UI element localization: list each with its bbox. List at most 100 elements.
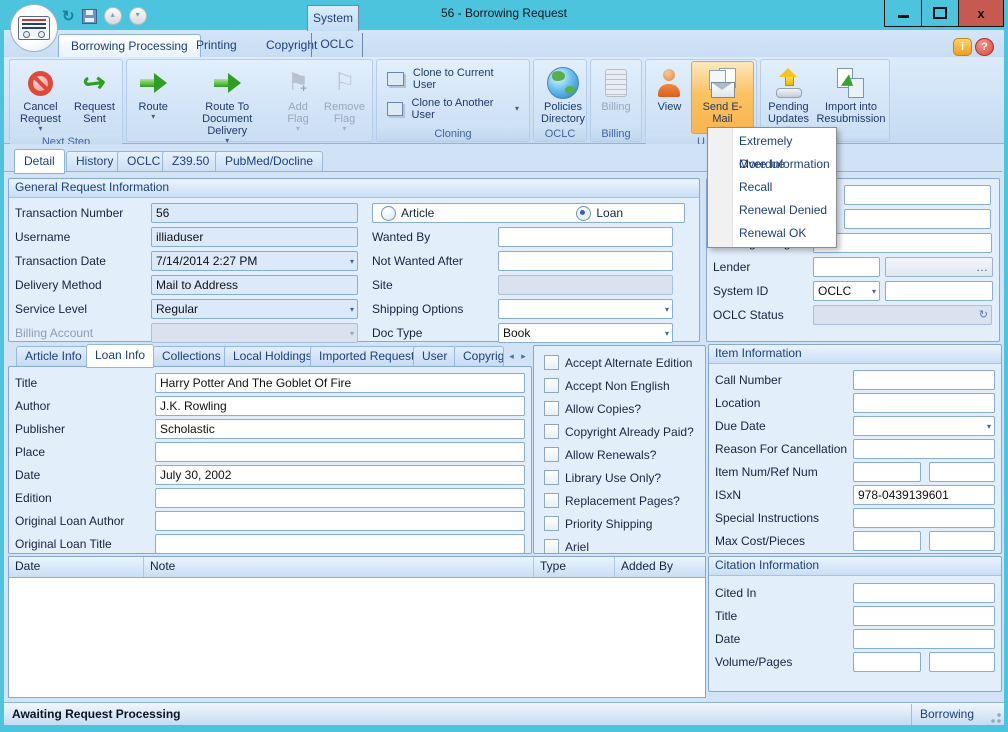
cited-date-field[interactable]: [853, 629, 995, 649]
subtab-local-holdings[interactable]: Local Holdings: [224, 346, 321, 367]
item-num-field[interactable]: [853, 462, 921, 482]
ref-num-field[interactable]: [929, 462, 995, 482]
system-id-combo[interactable]: OCLC▾: [813, 281, 880, 301]
lender-browse-button[interactable]: …: [885, 257, 993, 277]
minimize-button[interactable]: [884, 0, 922, 27]
service-level-field[interactable]: Regular▾: [151, 299, 358, 319]
pieces-field[interactable]: [929, 531, 995, 551]
cited-title-field[interactable]: [853, 606, 995, 626]
resize-grip[interactable]: [990, 712, 1002, 724]
reason-for-cancellation-field[interactable]: [853, 439, 995, 459]
date-field[interactable]: July 30, 2002: [155, 465, 525, 485]
username-field[interactable]: illiaduser: [151, 227, 358, 247]
subtab-user[interactable]: User: [413, 346, 456, 367]
import-into-resubmission-button[interactable]: Import into Resubmission: [814, 61, 888, 134]
subtab-scroll-right-icon[interactable]: ▸: [518, 349, 529, 363]
close-button[interactable]: x: [958, 0, 1004, 27]
dropdown-caret-icon[interactable]: ▾: [350, 257, 354, 266]
volume-field[interactable]: [853, 652, 921, 672]
place-field[interactable]: [155, 442, 525, 462]
column-header-note[interactable]: Note: [144, 557, 534, 577]
subtab-copyright[interactable]: Copyrig: [454, 346, 504, 367]
checkbox-allow-copies[interactable]: Allow Copies?: [536, 399, 703, 418]
special-instructions-field[interactable]: [853, 508, 995, 528]
delivery-method-field[interactable]: Mail to Address: [151, 275, 358, 295]
dropdown-caret-icon[interactable]: ▾: [350, 305, 354, 314]
checkbox-accept-alternate-edition[interactable]: Accept Alternate Edition: [536, 353, 703, 372]
title-field[interactable]: Harry Potter And The Goblet Of Fire: [155, 373, 525, 393]
send-email-button[interactable]: Send E-Mail ▾: [691, 61, 754, 134]
dropdown-caret-icon[interactable]: ▾: [665, 305, 669, 314]
transaction-number-field[interactable]: 56: [151, 203, 358, 223]
menu-item-extremely-overdue[interactable]: Extremely Overdue: [708, 130, 836, 153]
ribbon-tab-oclc[interactable]: OCLC: [311, 33, 363, 57]
clone-to-current-user-button[interactable]: Clone to Current User: [379, 64, 527, 94]
context-tab-system[interactable]: System: [307, 5, 359, 31]
checkbox-accept-non-english[interactable]: Accept Non English: [536, 376, 703, 395]
cited-in-field[interactable]: [853, 583, 995, 603]
isxn-field[interactable]: 978-0439139601: [853, 485, 995, 505]
menu-item-more-information[interactable]: More Information: [708, 153, 836, 176]
menu-item-renewal-ok[interactable]: Renewal OK: [708, 222, 836, 245]
shipping-options-field[interactable]: ▾: [498, 299, 673, 319]
tab-history[interactable]: History: [66, 151, 123, 173]
subtab-scroll-left-icon[interactable]: ◂: [506, 349, 517, 363]
save-icon[interactable]: [82, 9, 97, 24]
checkbox-priority-shipping[interactable]: Priority Shipping: [536, 514, 703, 533]
system-id-number-field[interactable]: [885, 281, 993, 301]
radio-loan[interactable]: [576, 206, 591, 221]
maximize-button[interactable]: [921, 0, 959, 27]
transaction-date-field[interactable]: 7/14/2014 2:27 PM▾: [151, 251, 358, 271]
checkbox-copyright-already-paid[interactable]: Copyright Already Paid?: [536, 422, 703, 441]
publisher-field[interactable]: Scholastic: [155, 419, 525, 439]
author-field[interactable]: J.K. Rowling: [155, 396, 525, 416]
application-menu-button[interactable]: [10, 4, 58, 52]
location-field[interactable]: [853, 393, 995, 413]
tab-pubmed-docline[interactable]: PubMed/Docline: [215, 151, 323, 173]
checkbox-ariel[interactable]: Ariel: [536, 537, 703, 556]
pages-field[interactable]: [929, 652, 995, 672]
column-header-date[interactable]: Date: [9, 557, 144, 577]
module-indicator[interactable]: Borrowing: [911, 704, 990, 725]
menu-item-recall[interactable]: Recall: [708, 176, 836, 199]
subtab-collections[interactable]: Collections: [153, 346, 230, 367]
original-loan-author-field[interactable]: [155, 511, 525, 531]
feedback-icon[interactable]: i: [953, 38, 972, 56]
pending-updates-button[interactable]: Pending Updates ▾: [763, 61, 814, 134]
refresh-status-icon[interactable]: ↻: [979, 308, 988, 321]
tab-detail[interactable]: Detail: [14, 149, 65, 174]
route-button[interactable]: Route ▾: [129, 61, 177, 146]
help-icon[interactable]: ?: [975, 38, 994, 56]
edition-field[interactable]: [155, 488, 525, 508]
view-button[interactable]: View: [648, 61, 691, 134]
menu-item-renewal-denied[interactable]: Renewal Denied: [708, 199, 836, 222]
dropdown-caret-icon[interactable]: ▾: [987, 422, 991, 431]
request-field[interactable]: [844, 209, 991, 229]
not-wanted-after-field[interactable]: [498, 251, 673, 271]
lending-string-field[interactable]: [813, 233, 992, 253]
policies-directory-button[interactable]: Policies Directory: [536, 61, 590, 126]
column-header-added-by[interactable]: Added By: [615, 557, 705, 577]
column-header-type[interactable]: Type: [534, 557, 615, 577]
checkbox-library-use-only[interactable]: Library Use Only?: [536, 468, 703, 487]
cancel-request-button[interactable]: Cancel Request ▾: [12, 61, 69, 134]
route-to-document-delivery-button[interactable]: Route To Document Delivery ▾: [177, 61, 277, 146]
subtab-imported-request[interactable]: Imported Request: [310, 346, 423, 367]
wanted-by-field[interactable]: [498, 227, 673, 247]
checkbox-allow-renewals[interactable]: Allow Renewals?: [536, 445, 703, 464]
doc-type-field[interactable]: Book▾: [498, 323, 673, 343]
request-sent-button[interactable]: ↪ Request Sent: [69, 61, 120, 134]
refresh-icon[interactable]: ↻: [62, 9, 75, 24]
checkbox-replacement-pages[interactable]: Replacement Pages?: [536, 491, 703, 510]
due-date-field[interactable]: ▾: [853, 416, 995, 436]
request-field[interactable]: [844, 185, 991, 205]
expand-ribbon-icon[interactable]: ▾: [129, 7, 147, 25]
dropdown-caret-icon[interactable]: ▾: [665, 329, 669, 338]
tab-z3950[interactable]: Z39.50: [162, 151, 219, 173]
ribbon-tab-borrowing-processing[interactable]: Borrowing Processing: [58, 34, 201, 58]
clone-to-another-user-button[interactable]: Clone to Another User ▾: [379, 94, 527, 124]
notes-table-body[interactable]: [9, 578, 705, 698]
subtab-loan-info[interactable]: Loan Info: [86, 344, 154, 368]
collapse-ribbon-icon[interactable]: ▴: [104, 7, 122, 25]
ribbon-tab-printing[interactable]: Printing: [184, 34, 249, 57]
